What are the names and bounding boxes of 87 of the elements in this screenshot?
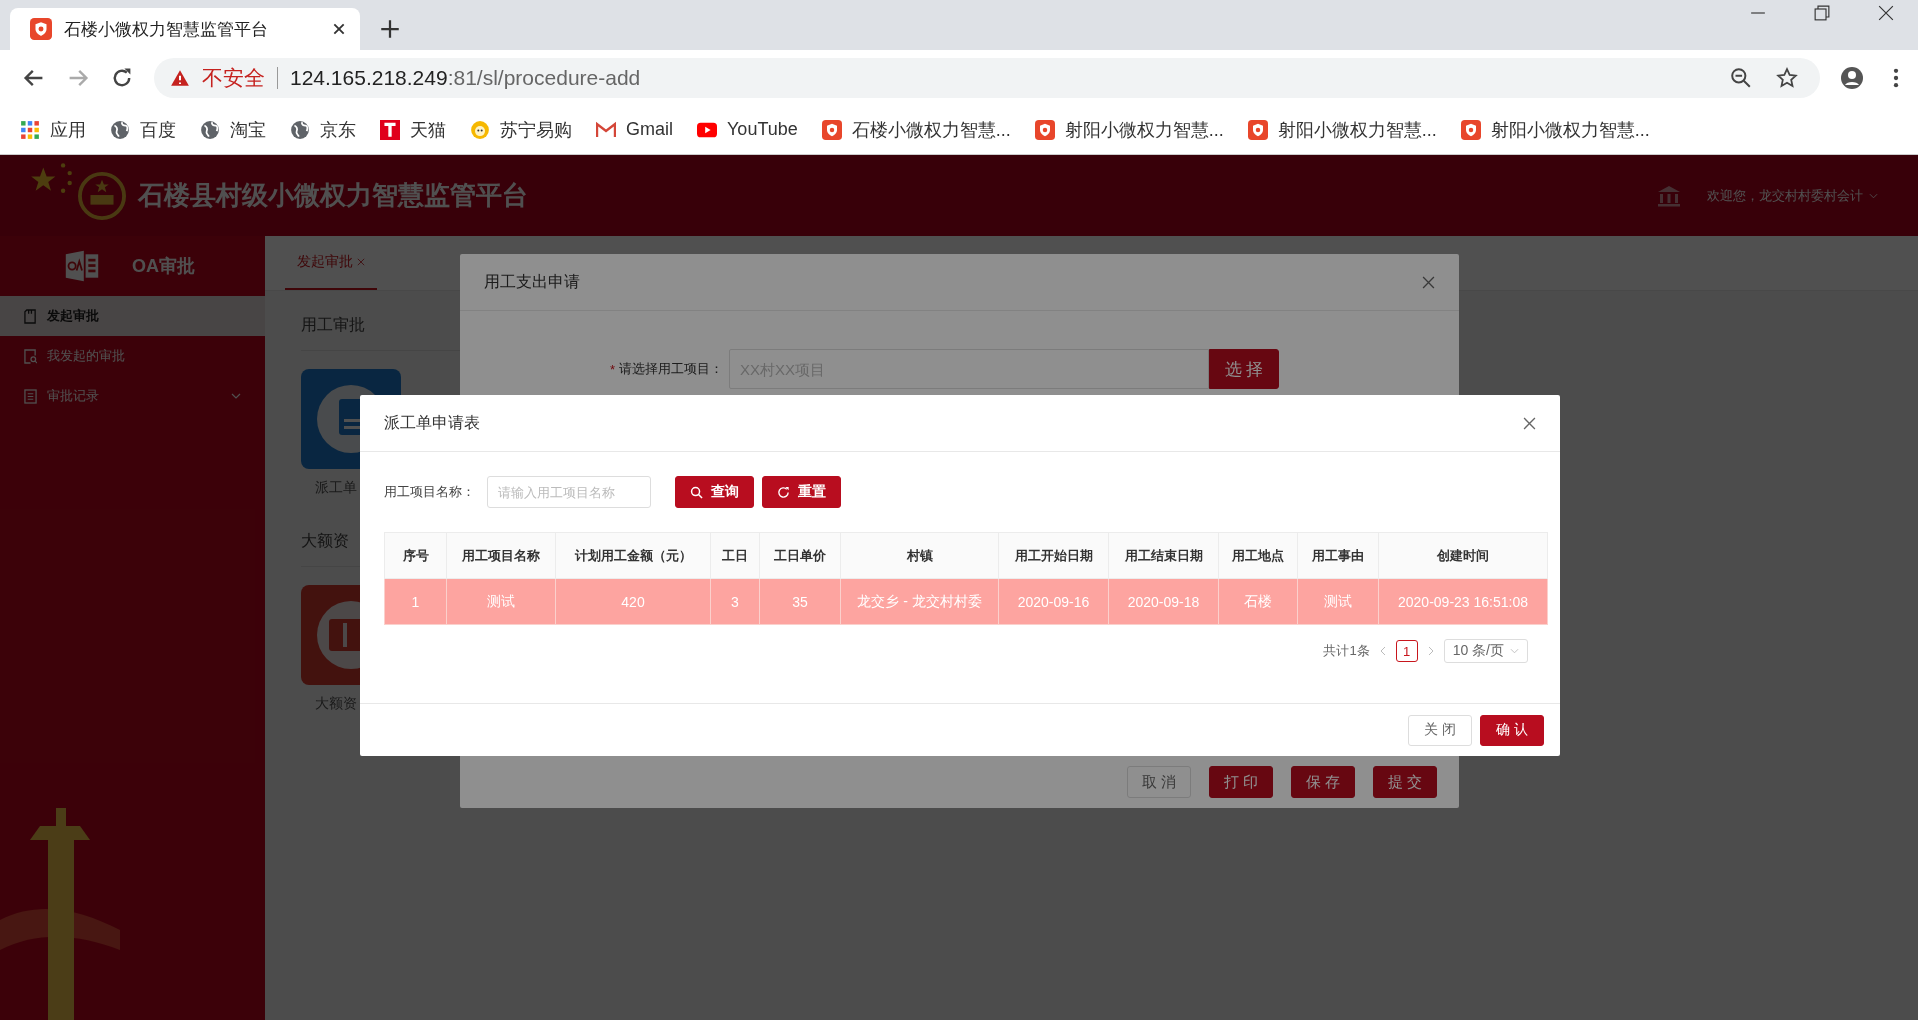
caret-icon xyxy=(1869,192,1878,199)
bookmark[interactable]: 应用 xyxy=(20,117,86,142)
dialog-button[interactable]: 打 印 xyxy=(1209,766,1273,798)
account-icon[interactable] xyxy=(1840,65,1864,90)
page-size-select[interactable]: 10 条/页 xyxy=(1443,639,1528,663)
column-header: 序号 xyxy=(384,532,447,579)
dialog-button[interactable]: 确 认 xyxy=(1480,714,1544,746)
bookmark[interactable]: YouTube xyxy=(697,119,798,140)
warning-icon xyxy=(170,68,190,87)
sidebar-title: OA审批 xyxy=(132,255,195,278)
document-icon xyxy=(24,308,37,324)
dialog-title: 用工支出申请 xyxy=(484,271,580,292)
tmall-icon xyxy=(380,119,400,140)
table-cell: 2020-09-18 xyxy=(1108,578,1219,625)
refresh-icon xyxy=(777,485,790,499)
reset-button[interactable]: 重置 xyxy=(762,476,841,508)
globe-icon xyxy=(200,119,220,140)
table-cell: 1 xyxy=(384,578,447,625)
browser-tab[interactable]: 石楼小微权力智慧监管平台 xyxy=(10,8,360,50)
globe-icon xyxy=(290,119,310,140)
address-bar[interactable]: 不安全 124.165.218.249:81/sl/procedure-add xyxy=(154,57,1820,98)
column-header: 用工地点 xyxy=(1218,532,1298,579)
bookmark[interactable]: 石楼小微权力智慧... xyxy=(821,117,1011,142)
shield-icon xyxy=(1247,119,1268,140)
shield-icon xyxy=(1460,119,1481,140)
bookmark[interactable]: 百度 xyxy=(110,117,176,142)
column-header: 用工开始日期 xyxy=(998,532,1109,579)
column-header: 村镇 xyxy=(840,532,999,579)
field-label: 请选择用工项目： xyxy=(619,360,724,378)
column-header: 用工结束日期 xyxy=(1108,532,1219,579)
new-tab-icon[interactable] xyxy=(380,19,400,39)
dialog-title: 派工单申请表 xyxy=(384,412,480,433)
list-icon xyxy=(24,388,37,404)
table-cell: 石楼 xyxy=(1218,578,1298,625)
site-title: 石楼县村级小微权力智慧监管平台 xyxy=(138,179,528,212)
zoom-out-icon[interactable] xyxy=(1730,66,1752,89)
required-mark: * xyxy=(610,361,616,377)
star-icon[interactable] xyxy=(1776,66,1798,89)
dialog-button[interactable]: 提 交 xyxy=(1373,766,1437,798)
table-cell: 35 xyxy=(759,578,841,625)
stars-drawing xyxy=(30,161,72,194)
search-icon xyxy=(690,485,703,499)
globe-icon xyxy=(110,119,130,140)
search-field[interactable]: 请输入用工项目名称 xyxy=(487,476,651,508)
mail-icon xyxy=(596,119,616,140)
bookmark[interactable]: 淘宝 xyxy=(200,117,266,142)
column-header: 计划用工金额（元） xyxy=(555,532,711,579)
bookmark[interactable]: 京东 xyxy=(290,117,356,142)
shield-icon xyxy=(1034,119,1055,140)
column-header: 创建时间 xyxy=(1378,532,1548,579)
dialog-button[interactable]: 取 消 xyxy=(1127,766,1191,798)
dialog-button[interactable]: 保 存 xyxy=(1291,766,1355,798)
table-cell: 测试 xyxy=(1297,578,1379,625)
bookmark[interactable]: 射阳小微权力智慧... xyxy=(1460,117,1650,142)
table-cell: 3 xyxy=(710,578,760,625)
bookmark[interactable]: 天猫 xyxy=(380,117,446,142)
caret-icon xyxy=(1510,648,1519,654)
emblem-icon xyxy=(78,171,126,220)
oa-logo-icon xyxy=(64,250,100,282)
document-search-icon xyxy=(24,348,37,364)
restore-icon[interactable] xyxy=(1814,5,1830,21)
table-cell: 测试 xyxy=(446,578,556,625)
lion-icon xyxy=(470,119,490,140)
bookmark[interactable]: Gmail xyxy=(596,119,673,140)
shield-icon xyxy=(30,18,52,40)
total-count: 共计1条 xyxy=(1323,642,1370,660)
close-icon[interactable] xyxy=(1878,5,1894,21)
query-button[interactable]: 查询 xyxy=(675,476,754,508)
apps-grid-icon xyxy=(20,119,40,140)
table-cell: 420 xyxy=(555,578,711,625)
column-header: 用工事由 xyxy=(1297,532,1379,579)
shield-icon xyxy=(821,119,842,140)
bookmark[interactable]: 苏宁易购 xyxy=(470,117,572,142)
close-icon[interactable] xyxy=(332,22,346,36)
table-cell: 龙交乡 - 龙交村村委 xyxy=(840,578,999,625)
column-header: 工日单价 xyxy=(759,532,841,579)
search-label: 用工项目名称： xyxy=(384,483,475,501)
bookmark[interactable]: 射阳小微权力智慧... xyxy=(1034,117,1224,142)
select-button[interactable]: 选 择 xyxy=(1209,349,1280,389)
bookmark[interactable]: 射阳小微权力智慧... xyxy=(1247,117,1437,142)
column-header: 用工项目名称 xyxy=(446,532,556,579)
table-cell: 2020-09-23 16:51:08 xyxy=(1378,578,1548,625)
close-icon[interactable] xyxy=(1523,416,1536,430)
column-header: 工日 xyxy=(710,532,760,579)
table-cell: 2020-09-16 xyxy=(998,578,1109,625)
page-button[interactable]: 1 xyxy=(1395,640,1418,662)
dialog-button[interactable]: 关 闭 xyxy=(1408,714,1472,746)
